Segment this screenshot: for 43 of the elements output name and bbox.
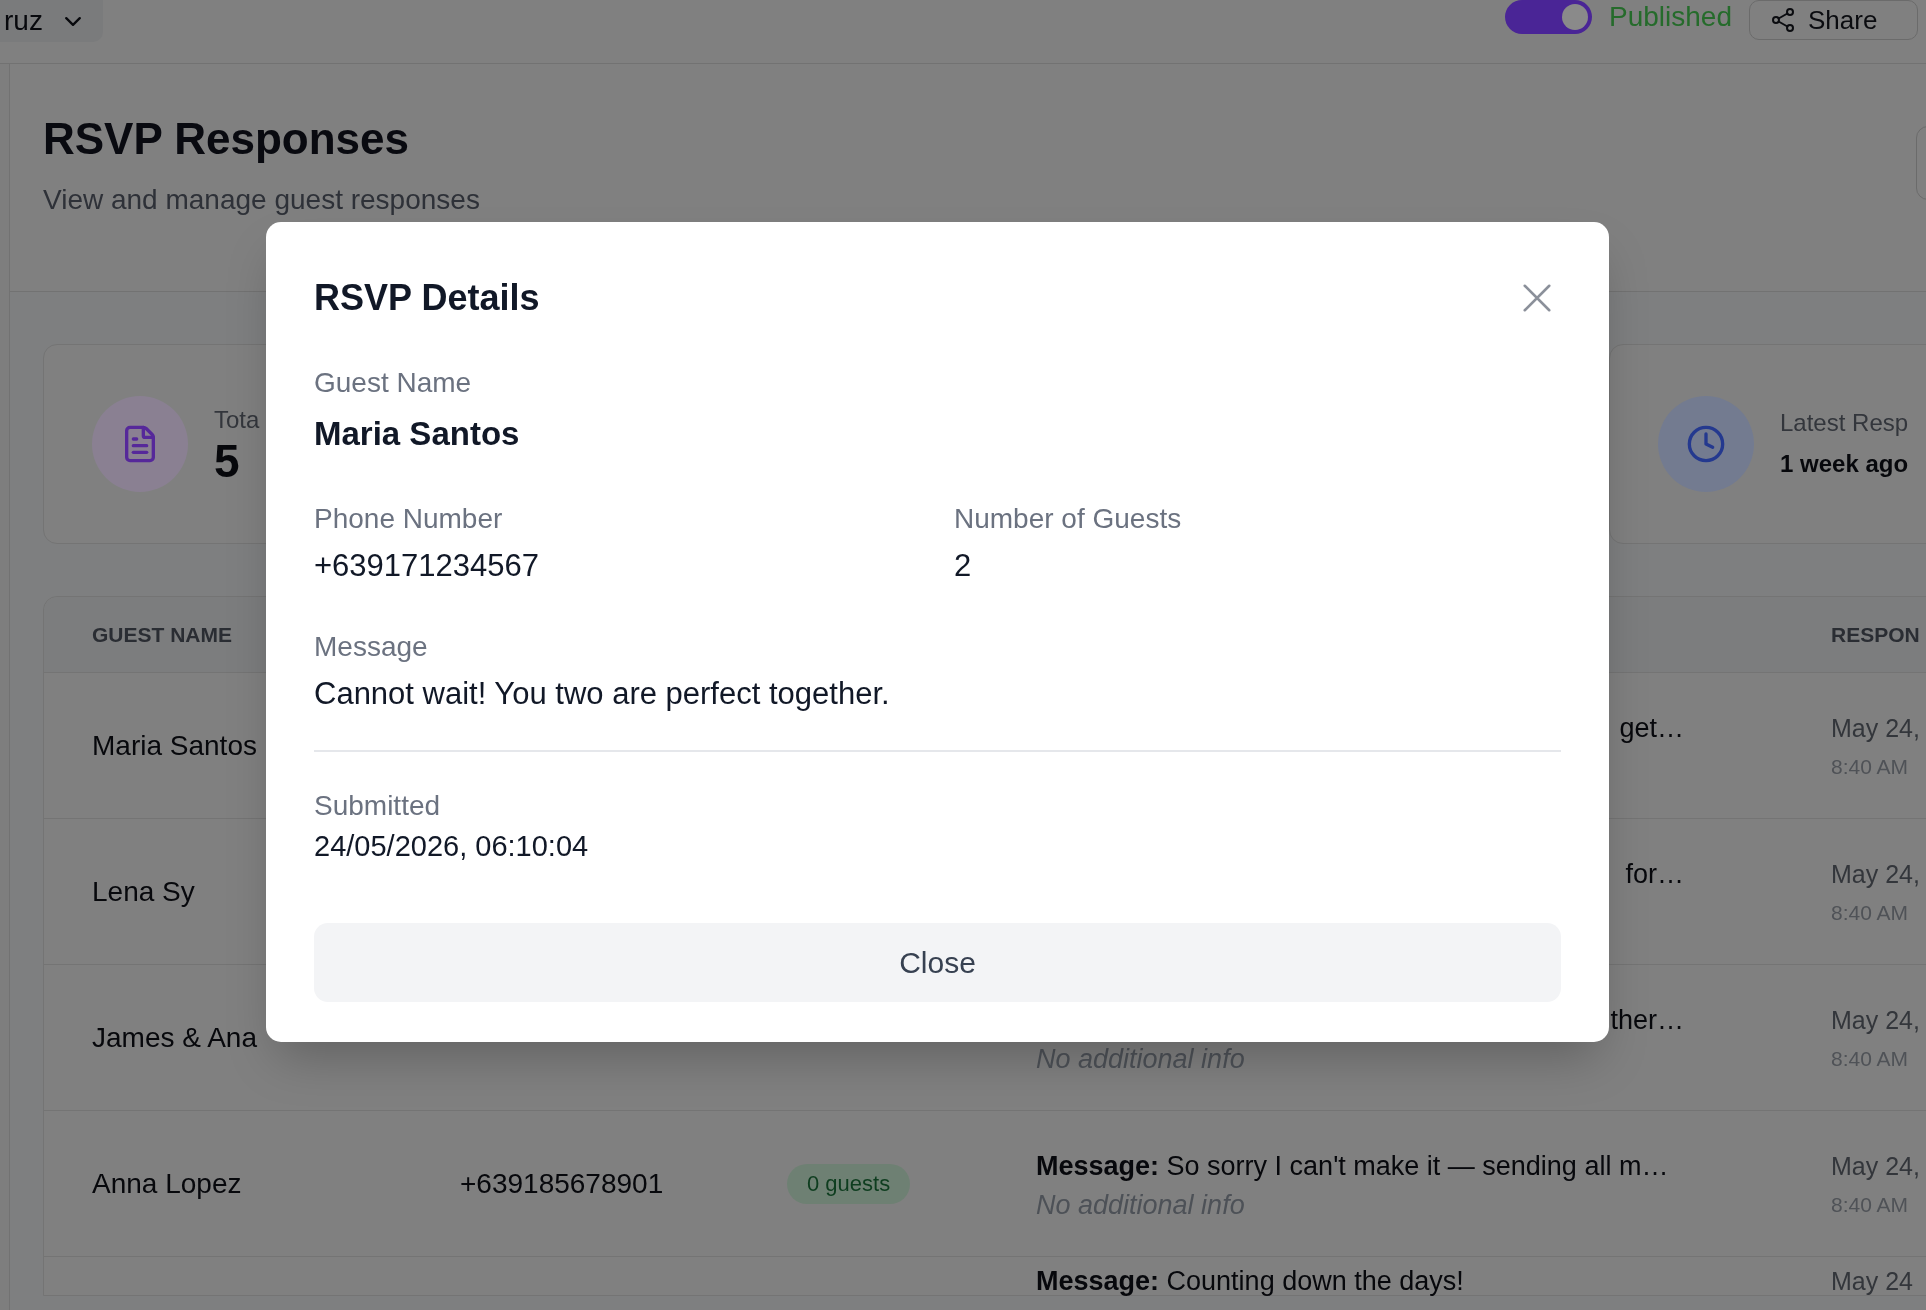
field-label: Submitted xyxy=(314,789,441,823)
column-header: RESPON xyxy=(1831,621,1920,648)
phone-number: +639185678901 xyxy=(460,1166,664,1201)
message-text: Message: So sorry I can't make it — sending all m… xyxy=(1036,1152,1669,1180)
column-header: GUEST NAME xyxy=(92,621,232,648)
dialog-title: RSVP Details xyxy=(314,276,540,320)
field-label: Number of Guests xyxy=(954,502,1182,536)
response-date: May 24, xyxy=(1831,860,1920,888)
field-label: Guest Name xyxy=(314,366,472,400)
field-value: +639171234567 xyxy=(314,547,539,585)
stat-label: Latest Resp xyxy=(1780,408,1909,438)
share-button[interactable]: Share xyxy=(1749,0,1918,40)
field-value: Maria Santos xyxy=(314,414,520,454)
stat-value: 5 xyxy=(214,438,240,484)
share-icon xyxy=(1772,8,1794,32)
field-value: 2 xyxy=(954,547,972,585)
response-date: May 24, xyxy=(1831,1006,1920,1034)
guest-name: James & Ana xyxy=(92,1020,257,1055)
chevron-down-icon xyxy=(64,16,81,26)
page-title: RSVP Responses xyxy=(43,113,409,165)
field-label: Phone Number xyxy=(314,502,503,536)
message-text: ther… xyxy=(1610,1006,1684,1034)
message-text: Message: Counting down the days! xyxy=(1036,1267,1464,1295)
account-menu[interactable]: ruz xyxy=(0,0,103,42)
stat-label: Tota xyxy=(214,405,260,435)
message-text: get… xyxy=(1619,714,1684,742)
message-text: for… xyxy=(1625,860,1684,888)
response-date: May 24 xyxy=(1831,1267,1913,1295)
toggle-switch[interactable] xyxy=(1505,0,1592,34)
response-date: May 24, xyxy=(1831,714,1920,742)
guest-name: Anna Lopez xyxy=(92,1166,242,1201)
close-button[interactable]: Close xyxy=(314,923,1561,1002)
field-value: 24/05/2026, 06:10:04 xyxy=(314,829,589,863)
field-label: Message xyxy=(314,630,428,664)
response-date: May 24, xyxy=(1831,1152,1920,1180)
stat-value: 1 week ago xyxy=(1780,449,1909,479)
close-icon[interactable] xyxy=(1523,284,1551,312)
status-label: Published xyxy=(1609,0,1732,34)
page-subtitle: View and manage guest responses xyxy=(43,183,480,217)
guest-name: Maria Santos xyxy=(92,728,257,763)
guest-name: Lena Sy xyxy=(92,874,195,909)
field-value: Cannot wait! You two are perfect together. xyxy=(314,675,890,713)
guest-count-badge: 0 guests xyxy=(787,1163,911,1204)
